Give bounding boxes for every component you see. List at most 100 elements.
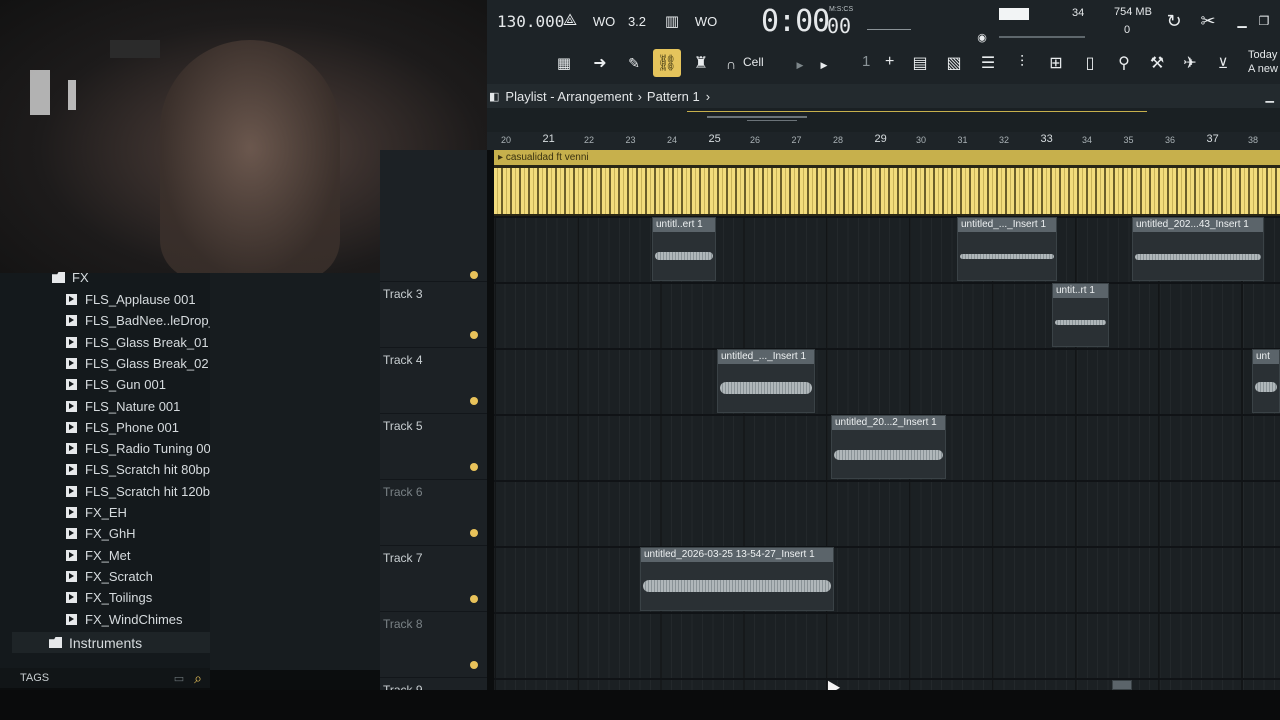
time-display[interactable]: 0:00 bbox=[761, 4, 830, 39]
step-edit-icon[interactable]: ▥ bbox=[661, 10, 683, 32]
browser-item[interactable]: FX_Scratch bbox=[0, 566, 153, 587]
track-enable-dot[interactable] bbox=[470, 271, 478, 279]
browser-folder-fx[interactable]: FX bbox=[0, 267, 89, 288]
track-header[interactable]: Track 4 bbox=[380, 348, 487, 414]
browser-item[interactable]: FX_GhH bbox=[0, 523, 136, 544]
browser-item[interactable]: FLS_Scratch hit 120bpm bbox=[0, 481, 228, 502]
browser-item-label: FX_WindChimes bbox=[85, 611, 183, 627]
browser-item[interactable]: FX_EH bbox=[0, 502, 127, 523]
track-header[interactable]: Track 3 bbox=[380, 282, 487, 348]
playlist-minimize-icon[interactable]: ▁ bbox=[1266, 90, 1274, 103]
pattern-prev-icon[interactable]: ▶ bbox=[813, 54, 835, 76]
audio-clip[interactable]: untitled_..._Insert 1 bbox=[957, 217, 1057, 281]
track-header[interactable]: Track 8 bbox=[380, 612, 487, 678]
browser-item[interactable]: FX_WindChimes bbox=[0, 609, 183, 630]
browser-item[interactable]: FLS_Applause 001 bbox=[0, 289, 196, 310]
audio-clip[interactable]: untitled_..._Insert 1 bbox=[717, 349, 815, 413]
browser-item-label: FLS_Phone 001 bbox=[85, 419, 179, 435]
browser-item[interactable]: FLS_Glass Break_01 bbox=[0, 332, 209, 353]
track-enable-dot[interactable] bbox=[470, 529, 478, 537]
browser-icon[interactable]: ⊞ bbox=[1045, 52, 1067, 74]
clip-waveform bbox=[720, 382, 812, 394]
browser-item[interactable]: FLS_Phone 001 bbox=[0, 417, 179, 438]
audio-clip[interactable]: untitl..ert 1 bbox=[652, 217, 716, 281]
track-header[interactable]: Track 6 bbox=[380, 480, 487, 546]
scissors-icon[interactable]: ✂ bbox=[1197, 10, 1219, 32]
playlist-menu-icon[interactable]: ◧ bbox=[489, 90, 499, 103]
add-pattern-button[interactable]: + bbox=[885, 53, 894, 71]
stamp-icon[interactable]: ♜ bbox=[690, 52, 712, 74]
minimize-icon[interactable]: ▁ bbox=[1231, 10, 1253, 32]
arrow-right-icon[interactable]: ➜ bbox=[589, 52, 611, 74]
track-enable-dot[interactable] bbox=[470, 331, 478, 339]
sampler-icon[interactable]: ✈ bbox=[1179, 52, 1201, 74]
browser-item[interactable]: FX_Toilings bbox=[0, 587, 152, 608]
browser-item[interactable]: FLS_Gun 001 bbox=[0, 374, 166, 395]
wait-input-icon[interactable]: WO bbox=[593, 10, 615, 32]
tools-icon[interactable]: ⚒ bbox=[1146, 52, 1168, 74]
snap-mode-label[interactable]: Cell bbox=[743, 55, 764, 69]
track-enable-dot[interactable] bbox=[470, 397, 478, 405]
browser-item[interactable]: FX_Met bbox=[0, 545, 131, 566]
plugin-icon[interactable]: ⚲ bbox=[1113, 52, 1135, 74]
maximize-icon[interactable]: ❐ bbox=[1253, 10, 1275, 32]
channel-rack-icon[interactable]: ▧ bbox=[943, 52, 965, 74]
audio-file-icon bbox=[66, 315, 77, 327]
pattern-arrow[interactable]: › bbox=[706, 89, 710, 104]
snap-arrow-icon[interactable]: ▶ bbox=[789, 54, 811, 76]
timeline-ruler[interactable]: 20 21 22 23 24 25 26 27 28 29 30 31 32 33 34 35 36 37 38 bbox=[487, 132, 1280, 150]
audio-clip[interactable]: untitled_2026-03-25 13-54-27_Insert 1 bbox=[640, 547, 834, 611]
mixer-icon[interactable]: ⫶ bbox=[1011, 52, 1033, 74]
pattern-number[interactable]: 1 bbox=[862, 53, 870, 70]
project-icon[interactable]: ▯ bbox=[1079, 52, 1101, 74]
browser-item[interactable]: FLS_Nature 001 bbox=[0, 396, 180, 417]
clip-label: untitled_2026-03-25 13-54-27_Insert 1 bbox=[641, 548, 833, 562]
countdown-icon[interactable]: 3.2 bbox=[626, 10, 648, 32]
track-enable-dot[interactable] bbox=[470, 463, 478, 471]
undo-icon[interactable]: ↻ bbox=[1163, 10, 1185, 32]
clip-waveform bbox=[1135, 254, 1261, 260]
tags-label[interactable]: TAGS bbox=[20, 672, 174, 684]
tempo-display[interactable]: 130.000 bbox=[497, 12, 564, 31]
piano-roll-icon[interactable]: ☰ bbox=[977, 52, 999, 74]
ruler-bar-number: 36 bbox=[1165, 135, 1176, 145]
link-icon[interactable]: ⛓ bbox=[653, 49, 681, 77]
audio-clip-main[interactable]: ▸ casualidad ft venni bbox=[494, 150, 1280, 216]
playlist-title: Playlist - Arrangement bbox=[505, 88, 633, 104]
audio-clip-stub[interactable] bbox=[1112, 680, 1132, 690]
track-header[interactable]: Track 5 bbox=[380, 414, 487, 480]
pencil-icon[interactable]: ✎ bbox=[623, 52, 645, 74]
browser-item-label: FLS_Applause 001 bbox=[85, 292, 196, 307]
search-icon[interactable]: ⌕ bbox=[194, 670, 202, 687]
audio-file-icon bbox=[66, 507, 77, 518]
folder-icon[interactable]: ▭ bbox=[174, 672, 184, 685]
playlist-icon[interactable]: ▤ bbox=[909, 52, 931, 74]
audio-clip[interactable]: untitled_202...43_Insert 1 bbox=[1132, 217, 1264, 281]
playlist-header: ◧ Playlist - Arrangement › Pattern 1 › ▁ bbox=[487, 84, 1280, 108]
pattern-selector[interactable]: Pattern 1 bbox=[647, 89, 700, 104]
memory-usage: 754 MB bbox=[1114, 6, 1152, 18]
piano-icon[interactable]: ▦ bbox=[553, 52, 575, 74]
ruler-bar-number: 33 bbox=[1040, 133, 1053, 145]
audio-clip[interactable]: untitled_20...2_Insert 1 bbox=[831, 415, 946, 479]
ruler-bar-number: 32 bbox=[999, 135, 1010, 145]
track-header[interactable] bbox=[380, 150, 487, 282]
playlist-overview[interactable] bbox=[487, 108, 1280, 132]
loop-record-icon[interactable]: WO bbox=[695, 10, 717, 32]
metronome-icon[interactable]: ⟁ bbox=[559, 10, 581, 32]
cart-icon[interactable]: ⊻ bbox=[1212, 52, 1234, 74]
browser-item[interactable]: FLS_Radio Tuning 001 bbox=[0, 438, 218, 459]
audio-file-icon bbox=[66, 421, 77, 433]
browser-folder-instruments[interactable]: Instruments bbox=[12, 632, 218, 653]
browser-item[interactable]: FLS_Glass Break_02 bbox=[0, 353, 209, 374]
browser-item[interactable]: FLS_Scratch hit 80bpm bbox=[0, 459, 221, 480]
audio-clip[interactable]: untit..rt 1 bbox=[1052, 283, 1109, 347]
magnet-icon[interactable]: ∩ bbox=[720, 53, 742, 75]
track-header[interactable]: Track 7 bbox=[380, 546, 487, 612]
eye-icon[interactable]: ◉ bbox=[971, 26, 993, 48]
audio-clip[interactable]: unt bbox=[1252, 349, 1280, 413]
browser-item[interactable]: FLS_BadNee..leDrop_02 bbox=[0, 310, 230, 331]
track-enable-dot[interactable] bbox=[470, 595, 478, 603]
audio-file-icon bbox=[66, 357, 77, 369]
track-enable-dot[interactable] bbox=[470, 661, 478, 669]
